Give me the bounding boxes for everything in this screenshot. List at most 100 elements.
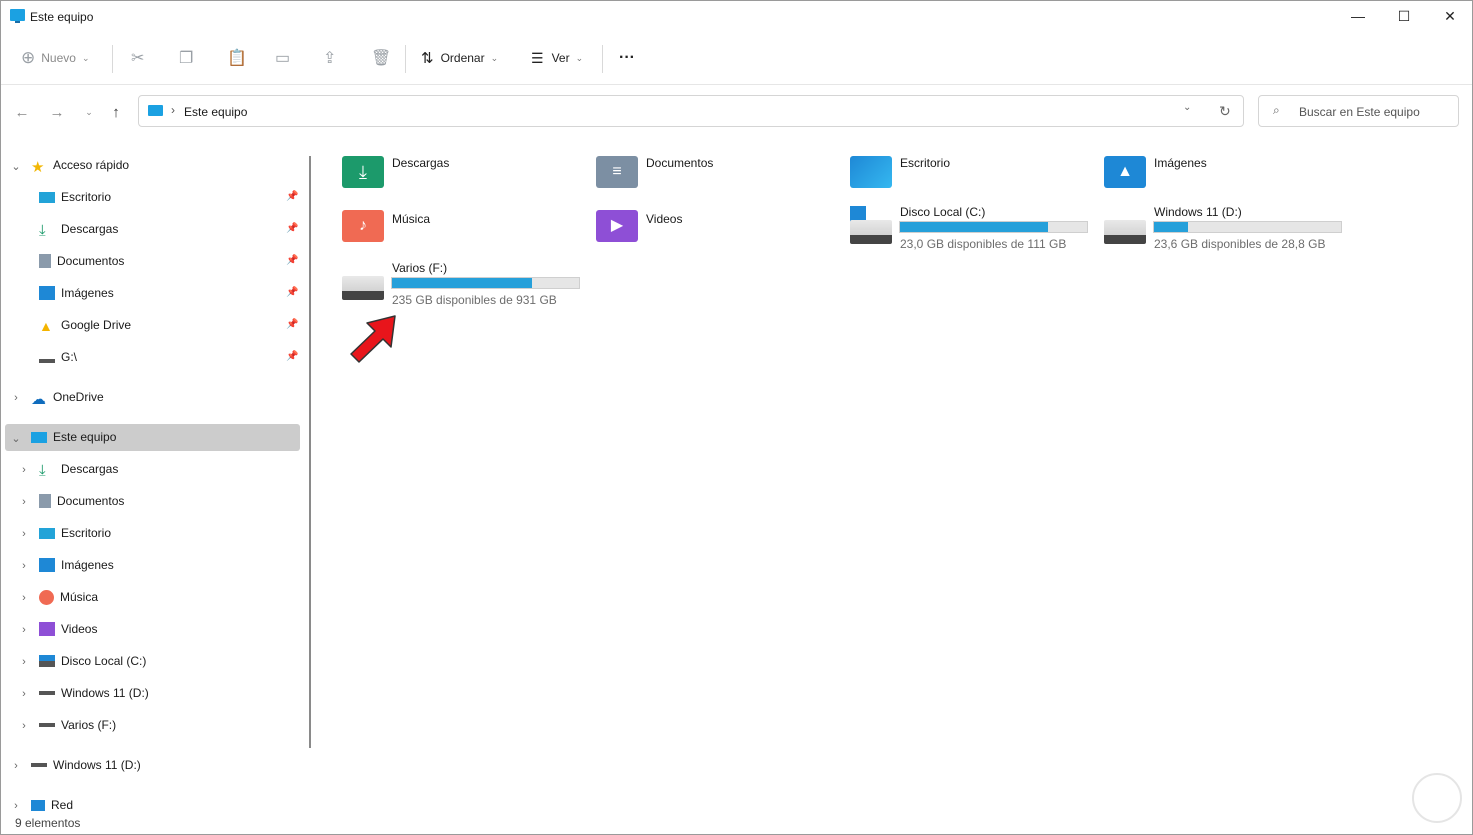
cut-button[interactable]: ✂	[131, 46, 144, 70]
drive-tile-varios-f[interactable]: Varios (F:) 235 GB disponibles de 931 GB	[340, 260, 585, 307]
folder-label: Música	[392, 212, 431, 226]
folder-tile-imagenes[interactable]: ▲ Imágenes	[1102, 152, 1332, 192]
toolbar-separator	[112, 45, 113, 73]
pane-splitter[interactable]	[309, 156, 311, 748]
documents-folder-icon: ≡	[596, 156, 638, 188]
address-bar[interactable]: › Este equipo ⌄ ↻	[138, 95, 1244, 127]
breadcrumb[interactable]: Este equipo	[184, 105, 247, 119]
annotation-arrow-icon	[350, 315, 396, 363]
expand-chevron-icon[interactable]: ›	[10, 760, 22, 772]
tree-network[interactable]: Red	[31, 792, 73, 818]
drive-tile-disco-local-c[interactable]: Disco Local (C:) 23,0 GB disponibles de …	[848, 204, 1093, 251]
more-options-button[interactable]: ···	[619, 46, 635, 70]
expand-chevron-icon[interactable]: ›	[18, 560, 30, 572]
expand-chevron-icon[interactable]: ›	[18, 624, 30, 636]
close-button[interactable]: ✕	[1427, 1, 1473, 31]
sidebar-item-descargas[interactable]: ⤓ Descargas	[39, 216, 118, 242]
sidebar-item-imagenes[interactable]: Imágenes	[39, 552, 114, 578]
drive-usage-bar	[1153, 221, 1342, 233]
sidebar-item-g-drive[interactable]: G:\	[39, 344, 77, 370]
sidebar-item-documentos[interactable]: Documentos	[39, 488, 124, 514]
pin-icon[interactable]: 📌	[286, 319, 298, 330]
maximize-button[interactable]: ☐	[1381, 1, 1427, 31]
sidebar-item-documentos[interactable]: Documentos	[39, 248, 124, 274]
view-button-label: Ver	[551, 51, 570, 65]
paste-button[interactable]: 📋	[227, 46, 247, 70]
view-button[interactable]: ☰ Ver ⌄	[531, 46, 583, 70]
folder-tile-musica[interactable]: ♪ Música	[340, 206, 570, 246]
tree-this-pc[interactable]: Este equipo	[31, 424, 116, 450]
tree-quick-access[interactable]: ★ Acceso rápido	[31, 152, 129, 178]
collapse-chevron-icon[interactable]: ⌄	[10, 432, 22, 445]
sidebar-item-musica[interactable]: Música	[39, 584, 98, 610]
forward-button[interactable]: →	[47, 102, 67, 122]
sidebar-item-label: Disco Local (C:)	[61, 654, 147, 668]
search-box[interactable]: ⌕ Buscar en Este equipo	[1258, 95, 1459, 127]
search-input[interactable]: Buscar en Este equipo	[1299, 105, 1420, 119]
sidebar-item-label: Escritorio	[61, 190, 112, 204]
folder-tile-escritorio[interactable]: Escritorio	[848, 152, 1078, 192]
folder-tile-documentos[interactable]: ≡ Documentos	[594, 152, 824, 192]
pin-icon[interactable]: 📌	[286, 255, 298, 266]
share-button[interactable]: ⇪	[323, 46, 336, 70]
sidebar-item-escritorio[interactable]: Escritorio	[39, 184, 111, 210]
sidebar-item-imagenes[interactable]: Imágenes	[39, 280, 114, 306]
tree-windows11-d[interactable]: Windows 11 (D:)	[31, 752, 141, 778]
expand-chevron-icon[interactable]: ›	[18, 656, 30, 668]
drive-free-space: 23,6 GB disponibles de 28,8 GB	[1154, 237, 1326, 251]
sidebar-item-label: Imágenes	[61, 558, 114, 572]
pin-icon[interactable]: 📌	[286, 223, 298, 234]
expand-chevron-icon[interactable]: ⌄	[10, 160, 22, 173]
sort-button-label: Ordenar	[440, 51, 485, 65]
expand-chevron-icon[interactable]: ›	[10, 800, 22, 812]
pin-icon[interactable]: 📌	[286, 287, 298, 298]
new-button[interactable]: ⊕ Nuevo ⌄	[21, 46, 89, 70]
sidebar-item-videos[interactable]: Videos	[39, 616, 97, 642]
sidebar-item-escritorio[interactable]: Escritorio	[39, 520, 111, 546]
rename-button[interactable]: ▭	[275, 46, 290, 70]
pin-icon[interactable]: 📌	[286, 191, 298, 202]
folder-tile-videos[interactable]: ▶ Videos	[594, 206, 824, 246]
this-pc-icon	[10, 9, 25, 23]
chevron-down-icon[interactable]: ⌄	[1183, 102, 1191, 113]
sidebar-item-varios-f[interactable]: Varios (F:)	[39, 712, 116, 738]
sidebar-item-google-drive[interactable]: ▲ Google Drive	[39, 312, 131, 338]
expand-chevron-icon[interactable]: ›	[10, 392, 22, 404]
copy-button[interactable]: ❐	[179, 46, 193, 70]
sidebar-item-windows11-d[interactable]: Windows 11 (D:)	[39, 680, 149, 706]
expand-chevron-icon[interactable]: ›	[18, 688, 30, 700]
expand-chevron-icon[interactable]: ›	[18, 496, 30, 508]
refresh-icon[interactable]: ↻	[1219, 103, 1231, 120]
expand-chevron-icon[interactable]: ›	[18, 592, 30, 604]
back-button[interactable]: ←	[12, 102, 32, 122]
drive-usage-fill	[392, 278, 533, 288]
drive-free-space: 235 GB disponibles de 931 GB	[392, 293, 557, 307]
hard-drive-icon	[342, 276, 384, 300]
desktop-icon	[39, 527, 55, 539]
drive-tile-windows11-d[interactable]: Windows 11 (D:) 23,6 GB disponibles de 2…	[1102, 204, 1347, 251]
drive-label: Disco Local (C:)	[900, 205, 986, 219]
up-button[interactable]: ↑	[106, 102, 126, 122]
folder-label: Documentos	[646, 156, 714, 170]
command-bar: ⊕ Nuevo ⌄ ✂ ❐ 📋 ▭ ⇪ 🗑 ⇅ Ordenar ⌄ ☰ Ver …	[1, 33, 1472, 83]
network-icon	[31, 799, 45, 811]
folder-tile-descargas[interactable]: ⤓ Descargas	[340, 152, 570, 192]
sort-button[interactable]: ⇅ Ordenar ⌄	[421, 46, 498, 70]
delete-button[interactable]: 🗑	[371, 46, 391, 70]
folder-label: Descargas	[392, 156, 450, 170]
expand-chevron-icon[interactable]: ›	[18, 464, 30, 476]
sidebar-item-disco-local-c[interactable]: Disco Local (C:)	[39, 648, 146, 674]
pin-icon[interactable]: 📌	[286, 351, 298, 362]
arrow-up-icon: ↑	[112, 103, 120, 121]
document-icon	[39, 494, 51, 508]
drive-free-space: 23,0 GB disponibles de 111 GB	[900, 237, 1067, 251]
sidebar-item-descargas[interactable]: ⤓ Descargas	[39, 456, 118, 482]
this-pc-icon	[31, 431, 47, 443]
expand-chevron-icon[interactable]: ›	[18, 528, 30, 540]
minimize-button[interactable]: —	[1335, 1, 1381, 31]
tree-onedrive[interactable]: ☁ OneDrive	[31, 384, 104, 410]
recent-locations-button[interactable]: ⌄	[79, 102, 99, 122]
expand-chevron-icon[interactable]: ›	[18, 720, 30, 732]
pictures-folder-icon: ▲	[1104, 156, 1146, 188]
tree-label: Este equipo	[53, 430, 117, 444]
